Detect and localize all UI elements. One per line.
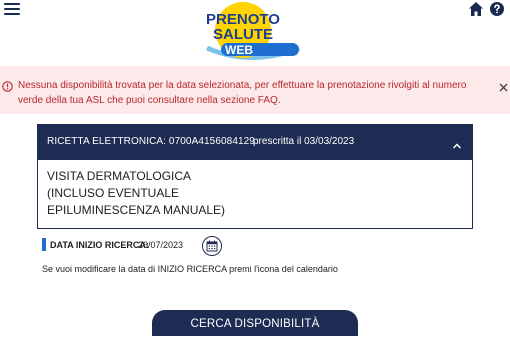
prenoto-salute-web-logo[interactable]: PRENOTO SALUTE WEB (195, 1, 307, 63)
date-marker (42, 238, 46, 251)
search-start-value: 26/07/2023 (138, 240, 184, 250)
chevron-up-icon[interactable] (452, 137, 462, 149)
close-alert-icon[interactable] (499, 79, 508, 92)
logo-line3: WEB (225, 43, 253, 57)
error-icon (2, 79, 13, 92)
prescription-header[interactable]: RICETTA ELETTRONICA: 0700A4156084129 pre… (37, 124, 473, 160)
logo-line2: SALUTE (213, 26, 273, 43)
menu-icon[interactable] (4, 3, 20, 15)
calendar-hint: Se vuoi modificare la data di INIZIO RIC… (42, 264, 338, 274)
search-availability-button[interactable]: CERCA DISPONIBILITÀ (152, 310, 358, 336)
help-icon[interactable] (490, 2, 504, 16)
search-start-date: DATA INIZIO RICERCA: 26/07/2023 (42, 236, 302, 256)
prescription-date: prescritta il 03/03/2023 (253, 136, 355, 147)
search-start-label: DATA INIZIO RICERCA: (50, 240, 149, 250)
visit-description: VISITA DERMATOLOGICA (INCLUSO EVENTUALE … (47, 169, 226, 217)
visit-details: VISITA DERMATOLOGICA (INCLUSO EVENTUALE … (37, 160, 473, 229)
prescription-number: RICETTA ELETTRONICA: 0700A4156084129 (47, 136, 255, 147)
top-bar: PRENOTO SALUTE WEB (0, 0, 510, 66)
home-icon[interactable] (468, 1, 484, 17)
calendar-icon[interactable] (202, 236, 222, 256)
alert-message: Nessuna disponibilità trovata per la dat… (18, 80, 467, 106)
no-availability-alert: Nessuna disponibilità trovata per la dat… (0, 66, 510, 114)
